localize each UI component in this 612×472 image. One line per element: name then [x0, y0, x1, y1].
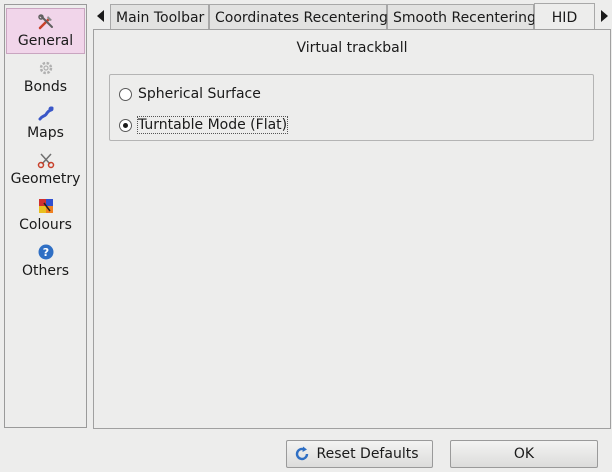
tab-smooth-recentering[interactable]: Smooth Recentering [387, 4, 536, 30]
radio-button[interactable] [119, 87, 132, 101]
tab-label: HID [551, 9, 578, 26]
sidebar-item-label: Geometry [10, 171, 81, 187]
chevron-right-icon [601, 10, 608, 22]
radio-label[interactable]: Turntable Mode (Flat) [136, 116, 289, 134]
tab-label: Coordinates Recentering [215, 9, 388, 26]
tab-hid[interactable]: HID [534, 3, 595, 31]
sidebar-item-geometry[interactable]: Geometry [6, 147, 85, 193]
sidebar-item-label: Others [21, 263, 70, 279]
reset-icon [295, 446, 309, 461]
sidebar-item-general[interactable]: General [6, 8, 85, 54]
palette-icon [37, 197, 55, 215]
tab-label: Main Toolbar [116, 9, 205, 26]
sidebar-item-label: General [17, 33, 74, 49]
tab-scroll-right-button[interactable] [598, 6, 610, 26]
sidebar-item-others[interactable]: ? Others [6, 239, 85, 285]
reset-defaults-button[interactable]: Reset Defaults [286, 440, 433, 468]
radio-button[interactable] [119, 118, 132, 132]
chevron-left-icon [97, 10, 104, 22]
svg-text:?: ? [42, 246, 48, 259]
sidebar-item-maps[interactable]: Maps [6, 101, 85, 147]
trackball-options-group: Spherical Surface Turntable Mode (Flat) [109, 74, 594, 141]
panel-title: Virtual trackball [296, 40, 408, 56]
spherical-surface-radio[interactable]: Spherical Surface [119, 84, 261, 104]
scissors-icon [37, 151, 55, 169]
ok-label: OK [513, 446, 535, 462]
gear-icon [37, 59, 55, 77]
help-icon: ? [37, 243, 55, 261]
tab-scroll-left-button[interactable] [95, 6, 107, 26]
sidebar-item-label: Colours [19, 217, 72, 233]
hid-panel: Virtual trackball Spherical Surface Turn… [93, 29, 611, 429]
sidebar-item-bonds[interactable]: Bonds [6, 55, 85, 101]
radio-selected-dot [123, 122, 128, 128]
map-icon [37, 105, 55, 123]
tab-coordinates-recentering[interactable]: Coordinates Recentering [209, 4, 388, 30]
tab-label: Smooth Recentering [393, 9, 536, 26]
radio-label[interactable]: Spherical Surface [138, 86, 261, 102]
reset-defaults-label: Reset Defaults [316, 446, 419, 462]
sidebar-item-label: Maps [27, 125, 64, 141]
sidebar-item-label: Bonds [23, 79, 68, 95]
tools-icon [37, 13, 55, 31]
tab-main-toolbar[interactable]: Main Toolbar [110, 4, 209, 30]
ok-button[interactable]: OK [450, 440, 598, 468]
preferences-sidebar: General Bonds Maps Geometry Colours ? Ot… [4, 4, 87, 428]
turntable-mode-radio[interactable]: Turntable Mode (Flat) [119, 115, 289, 135]
sidebar-item-colours[interactable]: Colours [6, 193, 85, 239]
